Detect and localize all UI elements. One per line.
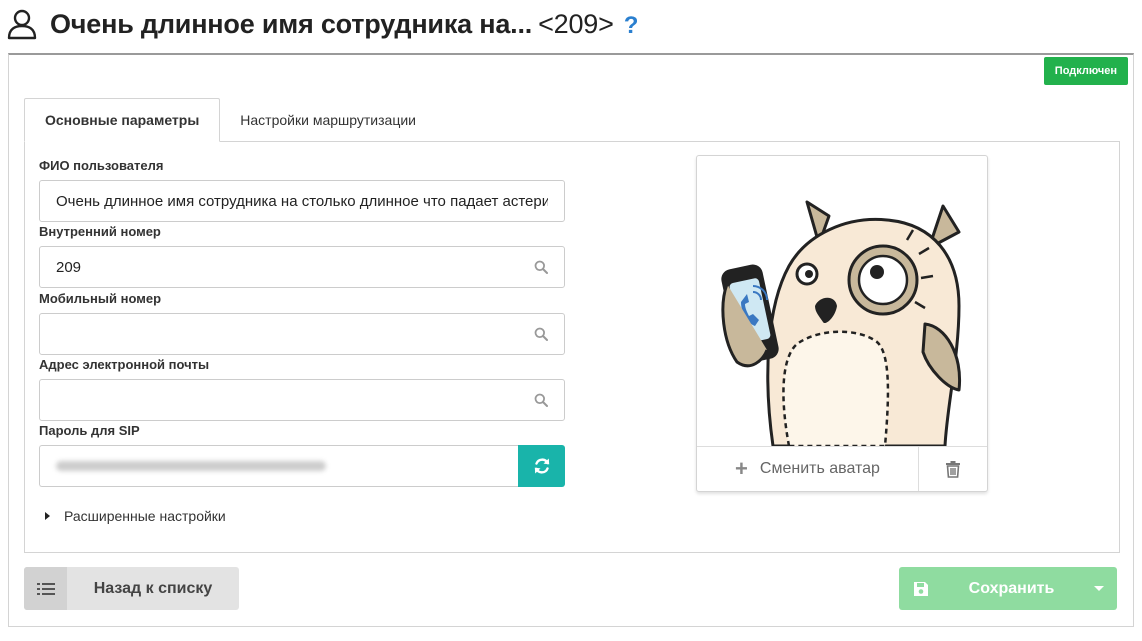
internal-number-field[interactable]: 209 [39,246,565,288]
internal-number-value: 209 [56,258,82,276]
back-to-list-label: Назад к списку [93,579,213,597]
sip-password-value-blurred [56,461,326,471]
avatar-card: + Сменить аватар [696,155,988,492]
floppy-disk-icon [899,567,942,610]
main-panel: Подключен Основные параметры Настройки м… [8,53,1134,627]
tab-main-params[interactable]: Основные параметры [24,98,221,142]
internal-number-label: Внутренний номер [39,224,161,239]
search-icon[interactable] [534,327,548,341]
save-label: Сохранить [968,579,1055,597]
change-avatar-label: Сменить аватар [759,460,880,477]
save-options-dropdown[interactable] [1081,567,1117,610]
trash-icon [946,460,960,478]
avatar-image [721,200,962,446]
page-header: Очень длинное имя сотрудника на... <209> … [6,4,638,44]
user-icon [7,9,37,40]
status-badge: Подключен [1043,57,1128,85]
plus-icon: + [735,456,748,481]
sip-password-group [39,445,565,487]
email-label: Адрес электронной почты [39,357,210,372]
save-button[interactable]: Сохранить [899,567,1117,610]
email-field[interactable] [39,379,565,421]
chevron-down-icon [1094,586,1104,591]
sip-password-field[interactable] [39,445,518,487]
fio-label: ФИО пользователя [39,158,164,173]
change-avatar-button[interactable]: + Сменить аватар [697,447,919,491]
page-title-name: Очень длинное имя сотрудника на... [50,8,533,39]
advanced-settings-toggle[interactable]: Расширенные настройки [45,508,226,524]
tab-routing-settings[interactable]: Настройки маршрутизации [220,98,436,141]
back-to-list-button[interactable]: Назад к списку [24,567,239,610]
sip-password-label: Пароль для SIP [39,423,140,438]
help-icon[interactable]: ? [624,12,639,40]
page-title: Очень длинное имя сотрудника на... <209> [50,9,614,40]
caret-right-icon [45,512,50,520]
delete-avatar-button[interactable] [919,447,987,491]
regenerate-password-button[interactable] [518,445,565,487]
fio-value: Очень длинное имя сотрудника на столько … [56,192,548,210]
fio-field[interactable]: Очень длинное имя сотрудника на столько … [39,180,565,222]
avatar-actions: + Сменить аватар [697,446,987,491]
mobile-number-label: Мобильный номер [39,291,162,306]
advanced-settings-label: Расширенные настройки [64,508,226,524]
mobile-number-field[interactable] [39,313,565,355]
tab-bar: Основные параметры Настройки маршрутизац… [24,98,436,142]
search-icon[interactable] [534,260,548,274]
tab-content: ФИО пользователя Очень длинное имя сотру… [24,141,1120,553]
page-title-extension: <209> [538,8,614,39]
search-icon[interactable] [534,393,548,407]
refresh-icon [534,458,549,474]
list-icon [24,567,67,610]
